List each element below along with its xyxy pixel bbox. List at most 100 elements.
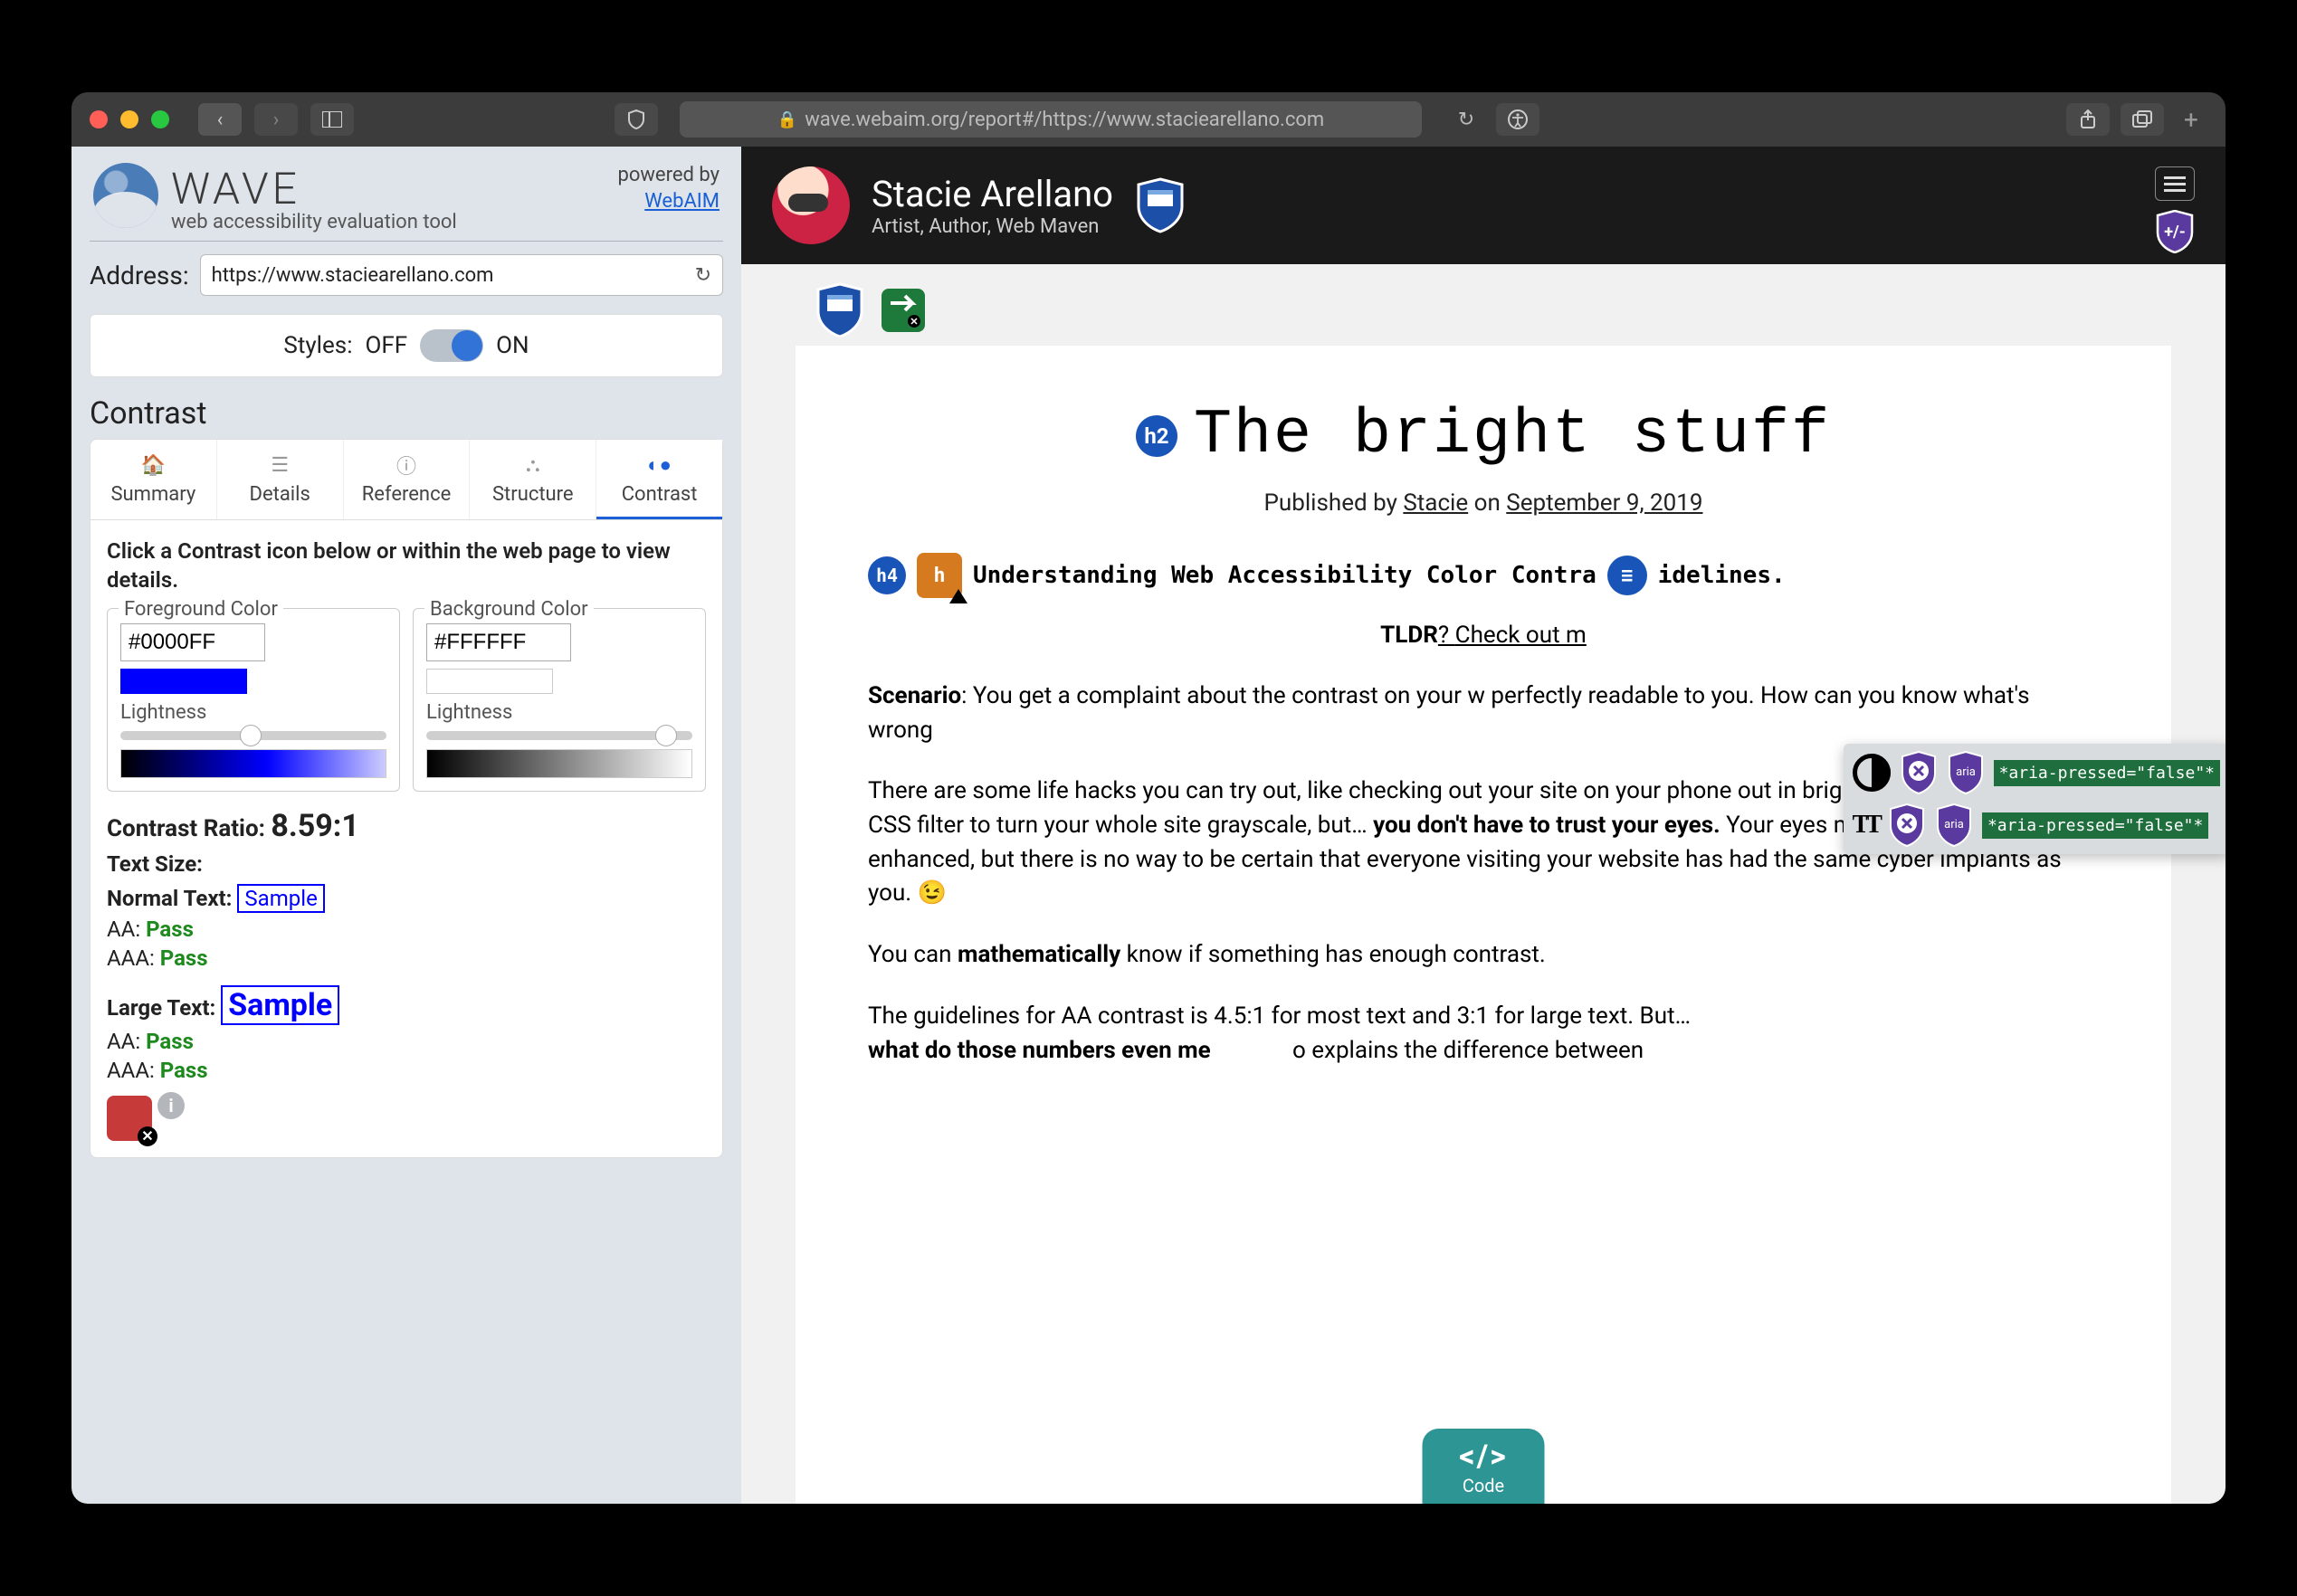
p4-b: what do those numbers even me [868, 1037, 1211, 1064]
minimize-window-button[interactable] [120, 110, 138, 128]
tab-summary[interactable]: 🏠 Summary [91, 440, 217, 519]
heading-skip-icon[interactable]: h [917, 553, 962, 598]
page-title: Stacie Arellano [872, 173, 1113, 215]
aaa-result: Pass [160, 945, 208, 971]
aaa-result-large: Pass [160, 1058, 208, 1083]
tree-icon: ⛬ [519, 451, 548, 480]
tldr-label: TLDR [1380, 622, 1438, 649]
svg-text:aria: aria [1956, 765, 1976, 779]
large-label: Large Text: [107, 995, 215, 1021]
close-window-button[interactable] [90, 110, 108, 128]
text-size-icon[interactable]: TT [1853, 811, 1879, 840]
fg-legend: Foreground Color [119, 598, 283, 621]
contrast-error-icon[interactable]: ✕ [107, 1096, 152, 1141]
aaa-label-large: AAA: [107, 1058, 155, 1083]
styles-toggle[interactable] [420, 329, 483, 362]
pub-mid: on [1468, 489, 1506, 517]
forward-button[interactable]: › [254, 103, 298, 136]
webaim-link[interactable]: WebAIM [644, 190, 720, 213]
accessibility-button[interactable] [1496, 103, 1539, 136]
aria-snippet: *aria-pressed="false"* [1982, 812, 2208, 839]
page-subtitle: Artist, Author, Web Maven [872, 215, 1113, 238]
fg-gradient [120, 749, 386, 778]
aaa-label: AAA: [107, 945, 155, 971]
publish-line: Published by Stacie on September 9, 2019 [868, 489, 2099, 517]
fg-hex-input[interactable] [120, 623, 265, 661]
styles-off: OFF [366, 332, 408, 359]
reload-button[interactable]: ↻ [1449, 102, 1483, 137]
tab-label: Structure [492, 483, 574, 506]
p4-c: o explains the difference between [1292, 1037, 1644, 1064]
tab-structure[interactable]: ⛬ Structure [470, 440, 596, 519]
svg-text:aria: aria [1944, 818, 1964, 831]
background-box: Background Color Lightness [413, 608, 706, 792]
pub-author-link[interactable]: Stacie [1403, 489, 1468, 517]
list-icon: ☰ [265, 451, 294, 480]
contrast-info-icon[interactable]: i [157, 1092, 185, 1119]
styles-label: Styles: [283, 332, 352, 359]
info-icon: ⓘ [392, 451, 421, 480]
content-area: WAVE web accessibility evaluation tool p… [71, 147, 2226, 1504]
url-text: wave.webaim.org/report#/https://www.stac… [805, 109, 1324, 131]
p3-b: mathematically [958, 941, 1120, 968]
window-controls [90, 110, 169, 128]
wave-brand: WAVE [171, 163, 457, 214]
p4-a: The guidelines for AA contrast is 4.5:1 … [868, 1002, 1691, 1030]
new-tab-button[interactable]: + [2175, 103, 2207, 136]
address-value: https://www.staciearellano.com [212, 264, 494, 287]
url-bar[interactable]: 🔒 wave.webaim.org/report#/https://www.st… [680, 101, 1422, 138]
h4-text-post: idelines. [1658, 562, 1786, 589]
aria-hidden-icon[interactable] [1888, 803, 1926, 847]
rendered-page: Stacie Arellano Artist, Author, Web Mave… [741, 147, 2226, 1504]
aria-label-icon[interactable]: aria [1935, 803, 1973, 847]
pub-prefix: Published by [1264, 489, 1404, 517]
skip-link-icon[interactable]: ✕ [877, 282, 929, 338]
aria-label-icon[interactable]: aria [1947, 751, 1985, 794]
address-reload-icon[interactable]: ↻ [695, 264, 711, 287]
normal-sample: Sample [237, 884, 324, 913]
aa-label-large: AA: [107, 1029, 140, 1054]
wave-sidebar: WAVE web accessibility evaluation tool p… [71, 147, 741, 1504]
address-input[interactable]: https://www.staciearellano.com ↻ [200, 254, 723, 296]
privacy-report-button[interactable] [615, 103, 658, 136]
back-button[interactable]: ‹ [198, 103, 242, 136]
code-tab[interactable]: </> Code [1423, 1429, 1545, 1504]
tab-details[interactable]: ☰ Details [217, 440, 344, 519]
tldr-link[interactable]: Check out m [1455, 622, 1587, 649]
pub-date-link[interactable]: September 9, 2019 [1506, 489, 1702, 517]
header-marker-icon[interactable] [814, 282, 866, 338]
powered-by-label: powered by [617, 164, 720, 186]
p2-b: you don't have to trust your eyes. [1373, 812, 1720, 839]
tab-reference[interactable]: ⓘ Reference [344, 440, 471, 519]
maximize-window-button[interactable] [151, 110, 169, 128]
aria-snippet: *aria-pressed="false"* [1994, 760, 2220, 786]
lock-icon: 🔒 [777, 110, 797, 129]
list-badge-icon[interactable]: ≡ [1607, 556, 1647, 595]
wave-tagline: web accessibility evaluation tool [171, 211, 457, 233]
h2-badge-icon[interactable]: h2 [1136, 415, 1177, 457]
share-button[interactable] [2066, 103, 2110, 136]
ratio-value: 8.59:1 [271, 808, 358, 844]
page-header: Stacie Arellano Artist, Author, Web Mave… [741, 147, 2226, 264]
fg-swatch [120, 669, 247, 694]
aa-label: AA: [107, 917, 140, 942]
h4-badge-icon[interactable]: h4 [868, 556, 906, 594]
styles-toggle-row: Styles: OFF ON [90, 314, 723, 377]
tab-contrast[interactable]: ◐● Contrast [596, 440, 722, 519]
h4-text-pre: Understanding Web Accessibility Color Co… [973, 562, 1596, 589]
svg-text:+/-: +/- [2164, 223, 2186, 242]
bg-lightness-slider[interactable] [426, 731, 692, 740]
tabs-button[interactable] [2121, 103, 2164, 136]
p3-a: You can [868, 941, 958, 968]
header-badge-icon: +/- [2155, 210, 2195, 257]
tab-label: Reference [362, 483, 452, 506]
hamburger-menu[interactable] [2155, 166, 2195, 201]
text-size-label: Text Size: [107, 851, 706, 877]
sidebar-toggle-button[interactable] [310, 103, 354, 136]
aria-hidden-icon[interactable] [1900, 751, 1938, 794]
fg-lightness-slider[interactable] [120, 731, 386, 740]
code-label: Code [1463, 1475, 1504, 1496]
foreground-box: Foreground Color Lightness [107, 608, 400, 792]
contrast-toggle-icon[interactable] [1853, 754, 1891, 792]
bg-hex-input[interactable] [426, 623, 571, 661]
